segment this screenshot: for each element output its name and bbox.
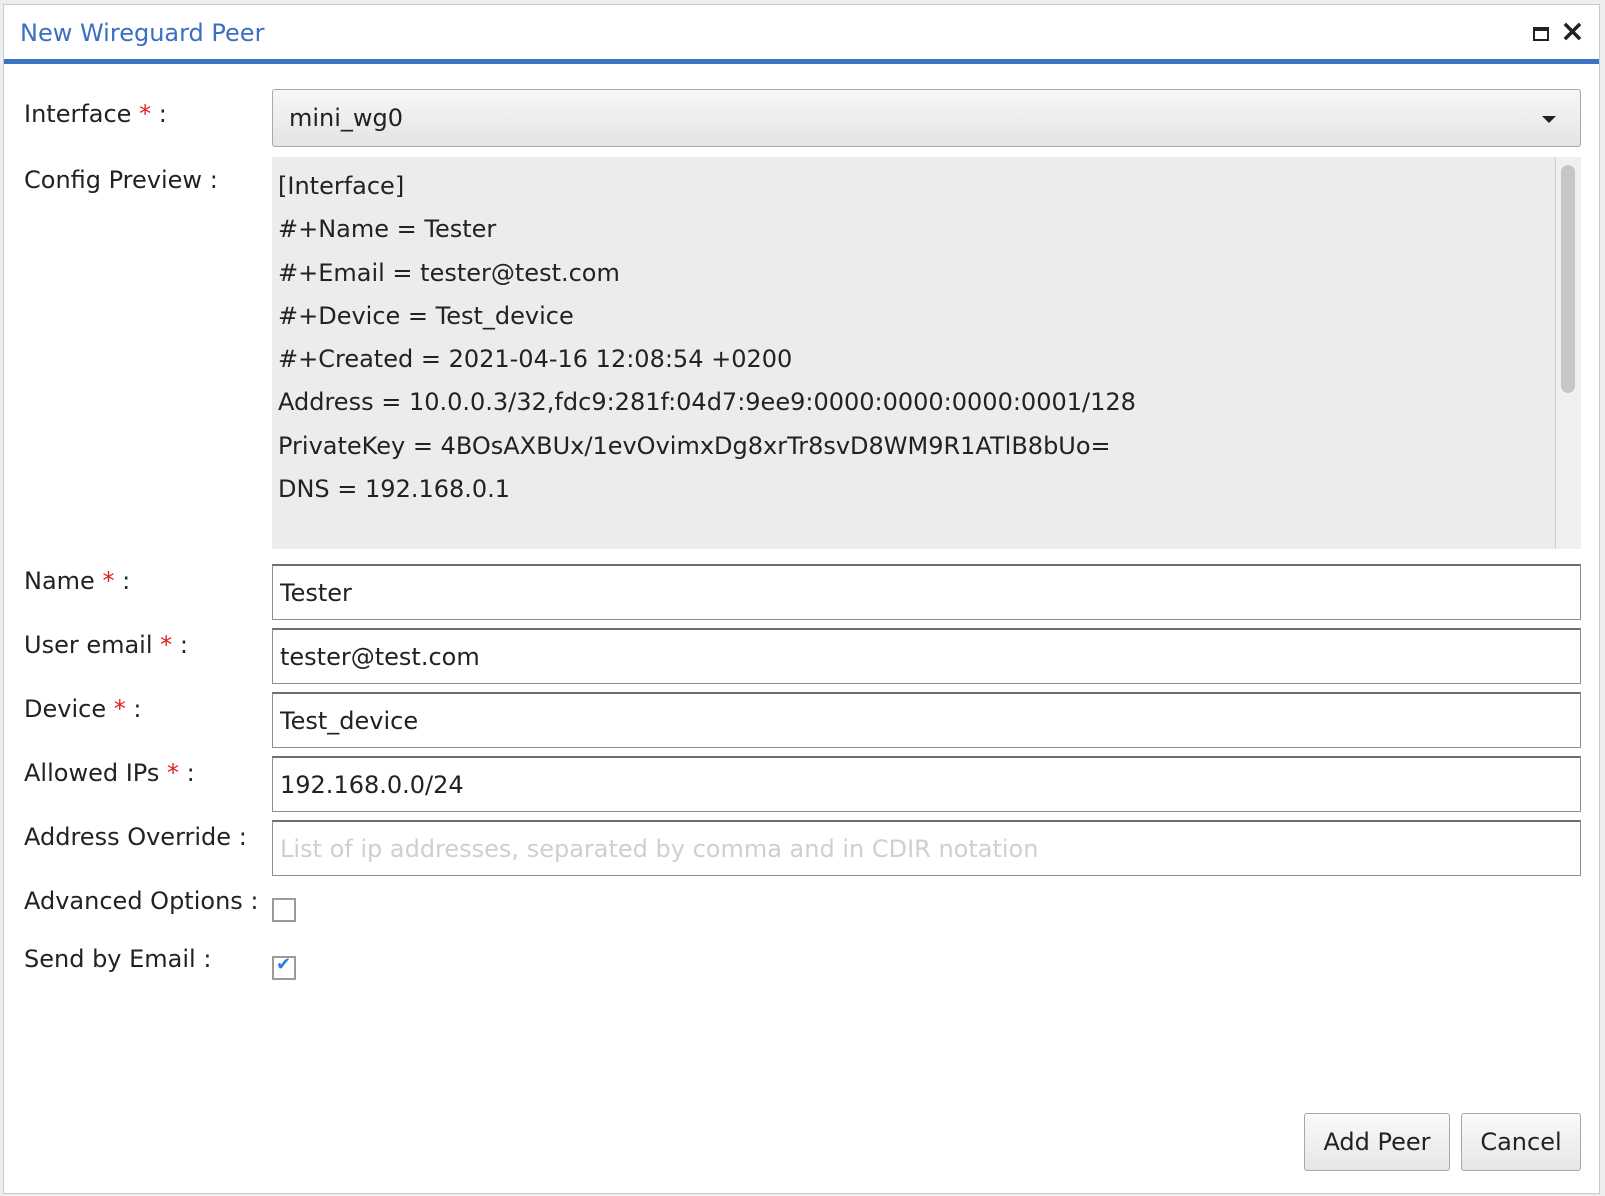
address-override-input[interactable] (272, 820, 1581, 876)
required-asterisk: * (113, 695, 126, 723)
preview-scrollbar[interactable] (1555, 157, 1581, 549)
send-by-email-checkbox[interactable]: ✔ (272, 954, 296, 980)
config-line: [Interface] (278, 172, 405, 200)
interface-select[interactable]: mini_wg0 (272, 89, 1581, 147)
config-line: PrivateKey = 4BOsAXBUx/1evOvimxDg8xrTr8s… (278, 431, 1111, 460)
name-input[interactable] (272, 564, 1581, 620)
dialog-titlebar[interactable]: New Wireguard Peer × (4, 5, 1599, 64)
config-preview-label: Config Preview : (24, 166, 218, 194)
required-asterisk: * (139, 100, 152, 128)
allowed-ips-label: Allowed IPs * : (24, 759, 195, 787)
add-peer-button[interactable]: Add Peer (1304, 1113, 1450, 1171)
maximize-icon[interactable] (1533, 27, 1549, 41)
cancel-button[interactable]: Cancel (1461, 1113, 1581, 1171)
config-preview-area[interactable]: [Interface] #+Name = Tester #+Email = te… (272, 157, 1581, 549)
config-line: #+Created = 2021-04-16 12:08:54 +0200 (278, 345, 793, 374)
config-line: #+Device = Test_device (278, 301, 574, 330)
send-by-email-label: Send by Email : (24, 945, 212, 973)
interface-label: Interface * : (24, 100, 167, 128)
dialog-title: New Wireguard Peer (20, 19, 265, 47)
check-icon: ✔ (276, 954, 292, 975)
allowed-ips-input[interactable] (272, 756, 1581, 812)
config-line: #+Email = tester@test.com (278, 258, 620, 287)
required-asterisk: * (160, 631, 173, 659)
config-preview-text: [Interface] #+Name = Tester #+Email = te… (278, 165, 1136, 511)
preview-scrollbar-thumb[interactable] (1561, 165, 1575, 393)
config-line: Address = 10.0.0.3/32,fdc9:281f:04d7:9ee… (278, 388, 1136, 417)
advanced-options-label: Advanced Options : (24, 887, 259, 915)
new-peer-dialog: New Wireguard Peer × Interface * : mini_… (3, 4, 1600, 1194)
config-line: DNS = 192.168.0.1 (278, 475, 511, 504)
device-label: Device * : (24, 695, 142, 723)
required-asterisk: * (166, 759, 179, 787)
close-icon[interactable]: × (1560, 17, 1585, 47)
required-asterisk: * (102, 567, 115, 595)
user-email-input[interactable] (272, 628, 1581, 684)
chevron-down-icon[interactable] (1542, 116, 1556, 123)
interface-select-value: mini_wg0 (289, 104, 404, 132)
address-override-label: Address Override : (24, 823, 247, 851)
config-line: #+Name = Tester (278, 215, 497, 244)
user-email-label: User email * : (24, 631, 188, 659)
device-input[interactable] (272, 692, 1581, 748)
name-label: Name * : (24, 567, 131, 595)
advanced-options-checkbox[interactable] (272, 898, 296, 922)
